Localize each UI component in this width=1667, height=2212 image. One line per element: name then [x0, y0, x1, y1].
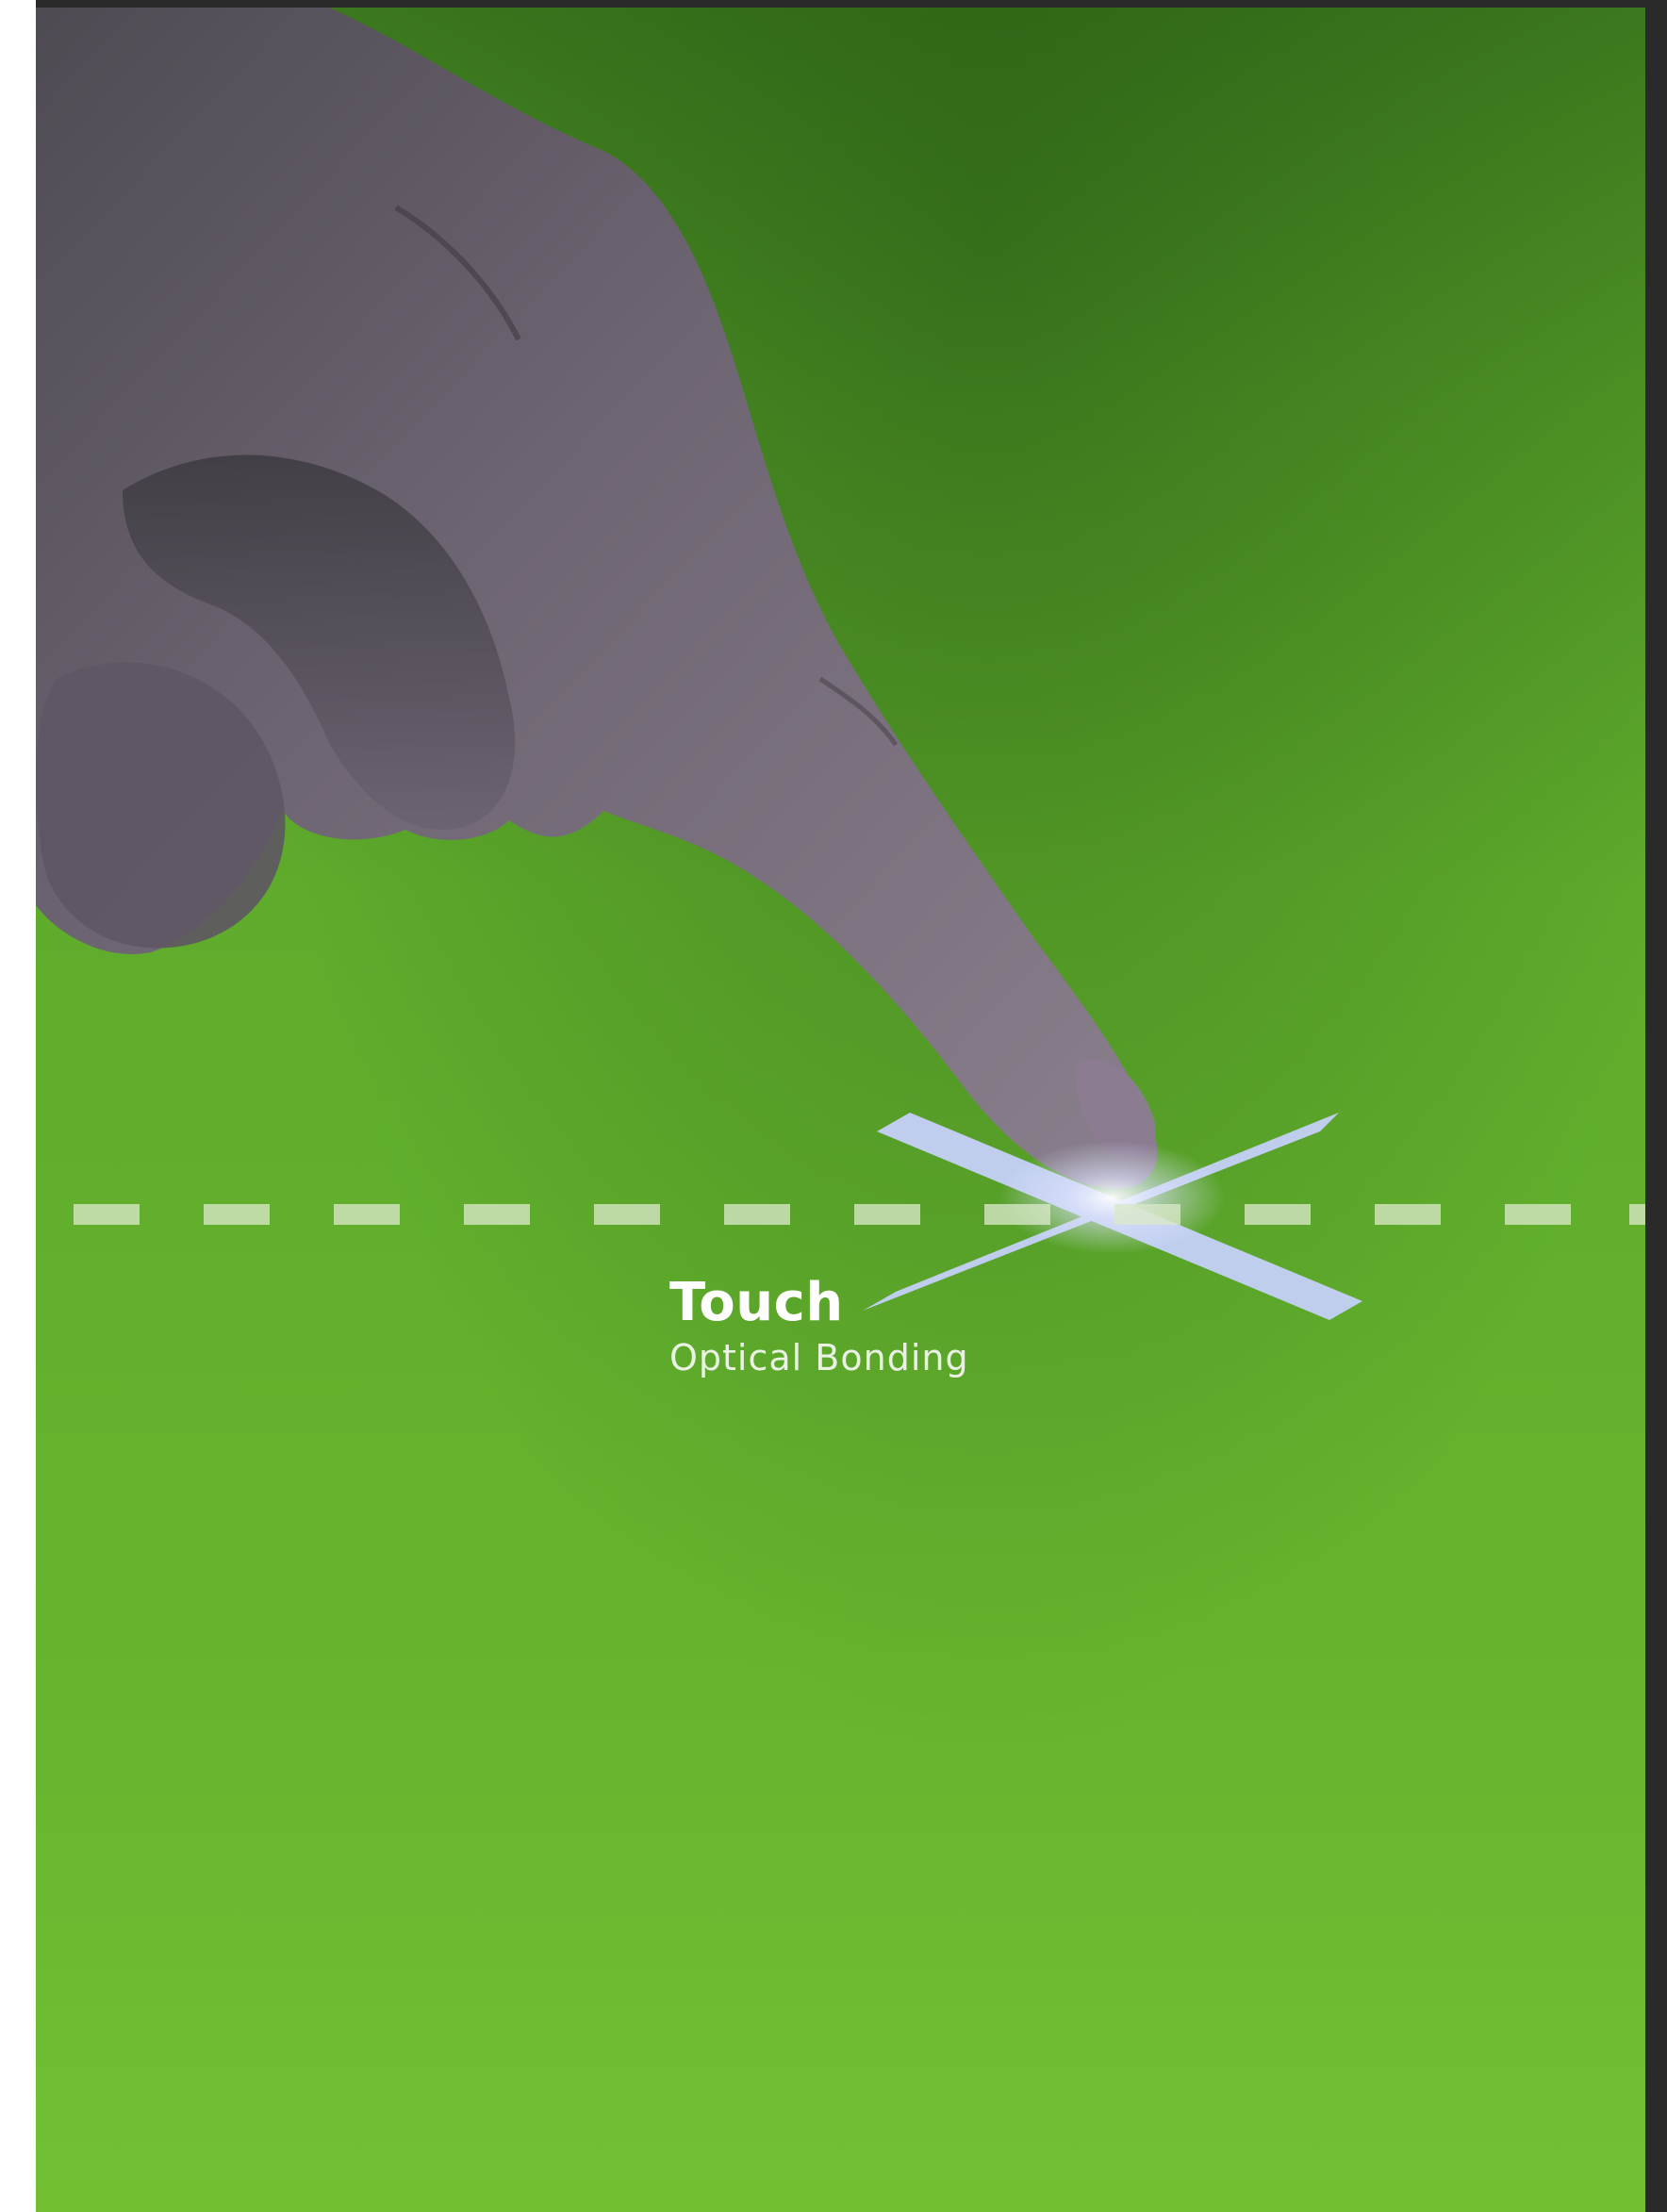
brochure-cover-page: Touch Optical Bonding: [0, 0, 1645, 2212]
viewer-right-gutter: [1645, 0, 1667, 2212]
page-top-border: [0, 0, 1645, 8]
cover-text-block: Touch Optical Bonding: [669, 1271, 969, 1380]
page-left-margin: [0, 0, 36, 2212]
document-viewer: Touch Optical Bonding: [0, 0, 1667, 2212]
cover-subtitle: Optical Bonding: [669, 1337, 969, 1378]
dashed-divider-line: [74, 1204, 1645, 1225]
cover-title: Touch: [669, 1272, 844, 1333]
